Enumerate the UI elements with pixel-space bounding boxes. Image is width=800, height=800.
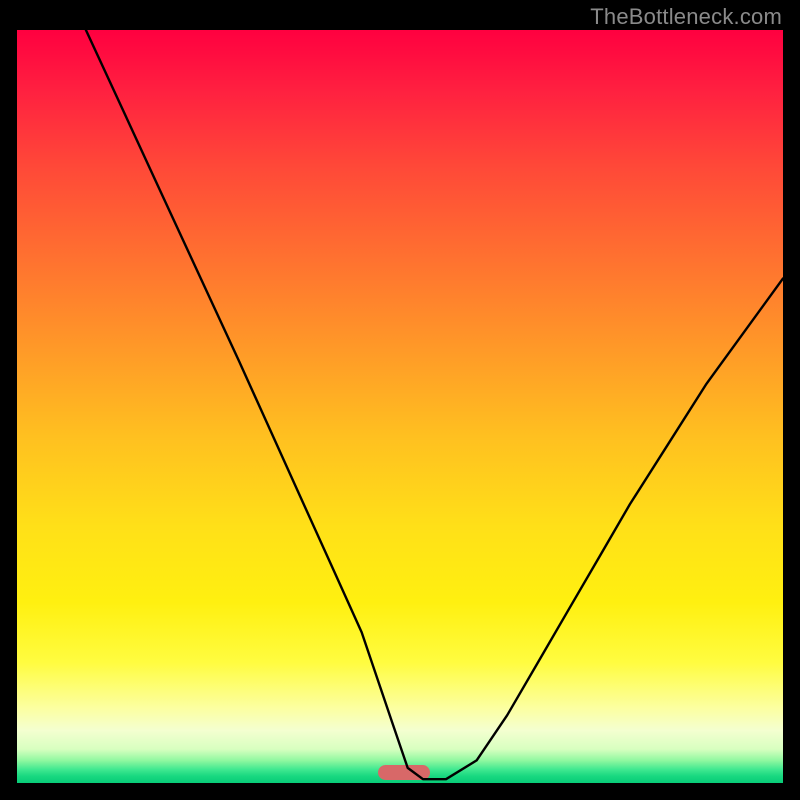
plot-area	[17, 30, 783, 783]
curve-layer	[17, 30, 783, 783]
watermark-text: TheBottleneck.com	[590, 4, 782, 30]
bottleneck-curve	[86, 30, 783, 779]
chart-frame: TheBottleneck.com	[0, 0, 800, 800]
